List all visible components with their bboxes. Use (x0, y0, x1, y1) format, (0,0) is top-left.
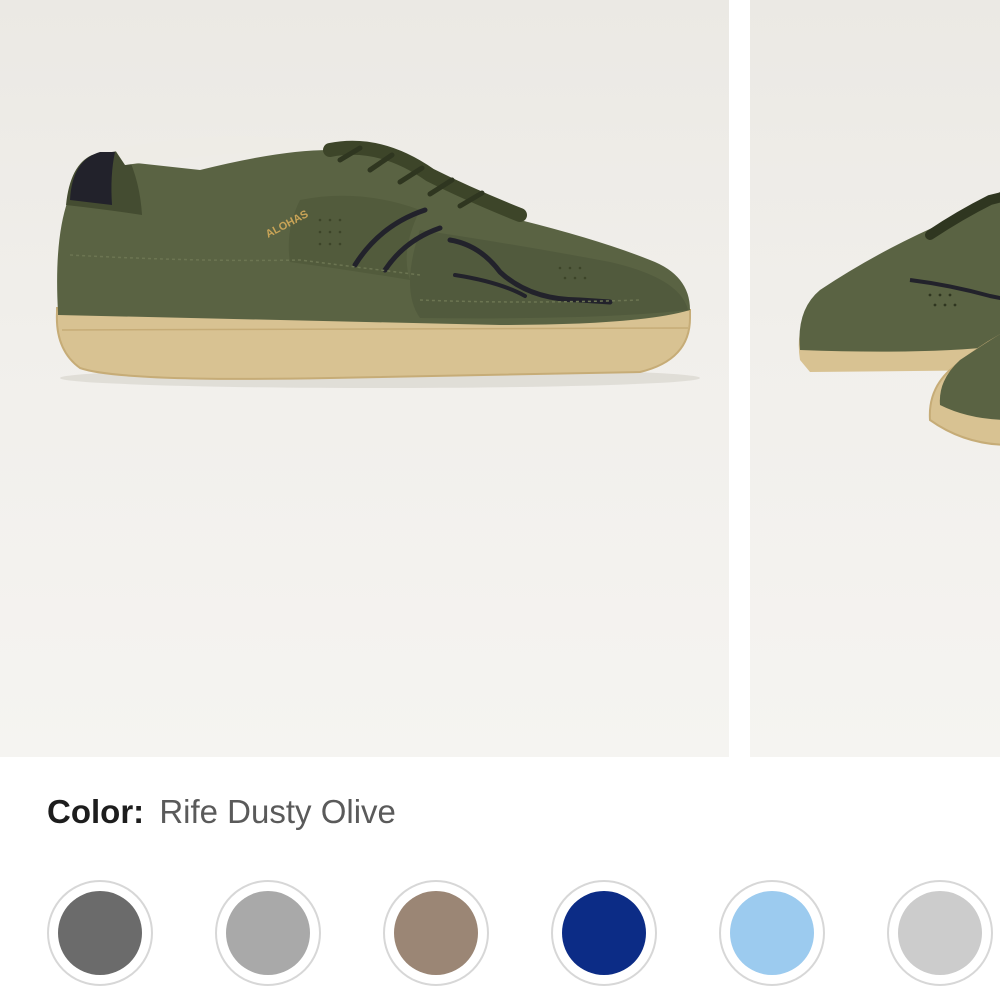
color-swatch[interactable] (47, 880, 153, 986)
color-swatch-fill (226, 891, 310, 975)
product-image-secondary[interactable] (750, 0, 1000, 757)
color-swatch[interactable] (551, 880, 657, 986)
selected-color-row: Color: Rife Dusty Olive (47, 792, 396, 832)
color-swatch-fill (898, 891, 982, 975)
color-label: Color: (47, 793, 145, 830)
selected-color-name: Rife Dusty Olive (159, 793, 396, 830)
product-image-main[interactable]: ALOHAS (0, 0, 729, 757)
color-swatch-fill (394, 891, 478, 975)
product-page: ALOHAS Color: Rife Dusty Olive (0, 0, 1000, 1000)
sneaker-pair-front-view-image (798, 191, 1000, 446)
product-image-gallery[interactable]: ALOHAS (0, 0, 1000, 757)
color-swatch-fill (58, 891, 142, 975)
color-swatch-list (47, 880, 1000, 992)
color-swatch-fill (730, 891, 814, 975)
color-swatch[interactable] (383, 880, 489, 986)
sneaker-side-view-image: ALOHAS (55, 136, 700, 388)
color-swatch[interactable] (719, 880, 825, 986)
color-swatch[interactable] (215, 880, 321, 986)
color-swatch[interactable] (887, 880, 993, 986)
color-swatch-fill (562, 891, 646, 975)
